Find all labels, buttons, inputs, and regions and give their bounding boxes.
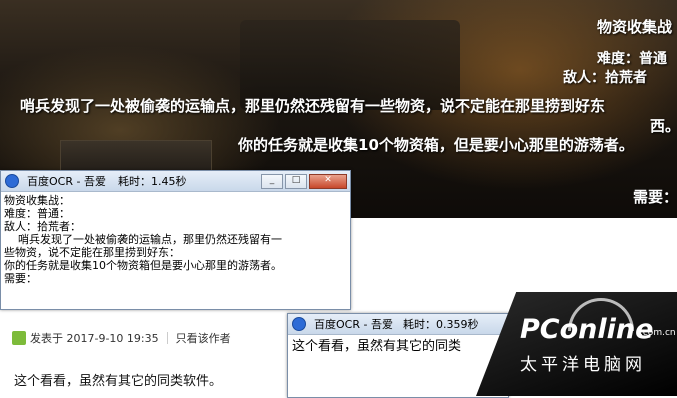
ocr-result-text[interactable]: 物资收集战： 难度：普通： 敌人：拾荒者： 哨兵发现了一处被偷袭的运输点，那里仍… bbox=[1, 192, 350, 287]
forum-post: 发表于 2017-9-10 19:35 只看该作者 这个看看，虽然有其它的同类软… bbox=[0, 318, 290, 396]
mission-title: 物资收集战 bbox=[597, 18, 673, 36]
mission-desc-line2: 你的任务就是收集10个物资箱，但是要小心那里的游荡者。 bbox=[238, 136, 634, 154]
baidu-ocr-app-icon bbox=[5, 174, 19, 188]
logo-chinese: 太平洋电脑网 bbox=[520, 355, 646, 375]
logo-brand: PConline bbox=[520, 314, 654, 345]
mission-desc-line1-end: 西。 bbox=[650, 117, 677, 135]
ocr-result-text-2[interactable]: 这个看看，虽然有其它的同类 bbox=[288, 335, 508, 359]
mission-difficulty: 难度：普通 bbox=[597, 51, 667, 67]
mission-need: 需要： bbox=[633, 188, 677, 206]
logo-suffix: .com.cn bbox=[640, 328, 676, 338]
maximize-button[interactable]: □ bbox=[285, 173, 307, 189]
ocr-window-1-title: 百度OCR - 吾爱 bbox=[27, 175, 106, 188]
close-button[interactable]: ✕ bbox=[309, 173, 347, 189]
ocr-window-2-titlebar[interactable]: 百度OCR - 吾爱 耗时：0.359秒 bbox=[288, 314, 508, 335]
ocr-window-1[interactable]: 百度OCR - 吾爱 耗时：1.45秒 _ □ ✕ 物资收集战： 难度：普通： … bbox=[0, 170, 351, 310]
ocr-window-2-time: 耗时：0.359秒 bbox=[402, 318, 479, 331]
only-author-link[interactable]: 只看该作者 bbox=[176, 330, 231, 346]
baidu-ocr-app-icon bbox=[292, 317, 306, 331]
mission-desc-line1: 哨兵发现了一处被偷袭的运输点，那里仍然还残留有一些物资，说不定能在那里捞到好东 bbox=[20, 97, 606, 115]
mission-enemy: 敌人：拾荒者 bbox=[563, 70, 647, 86]
post-meta: 发表于 2017-9-10 19:35 只看该作者 bbox=[12, 330, 231, 346]
user-avatar[interactable] bbox=[12, 331, 26, 345]
ocr-window-2-title: 百度OCR - 吾爱 bbox=[314, 318, 393, 331]
post-body: 这个看看，虽然有其它的同类软件。 bbox=[14, 374, 223, 389]
ocr-window-1-time: 耗时：1.45秒 bbox=[117, 175, 187, 188]
post-timestamp: 发表于 2017-9-10 19:35 bbox=[30, 332, 159, 345]
meta-divider bbox=[166, 332, 168, 344]
minimize-button[interactable]: _ bbox=[261, 173, 283, 189]
ocr-window-2[interactable]: 百度OCR - 吾爱 耗时：0.359秒 这个看看，虽然有其它的同类 bbox=[287, 313, 509, 398]
ocr-window-1-titlebar[interactable]: 百度OCR - 吾爱 耗时：1.45秒 _ □ ✕ bbox=[1, 171, 350, 192]
pconline-logo: PConline .com.cn 太平洋电脑网 bbox=[476, 292, 677, 396]
